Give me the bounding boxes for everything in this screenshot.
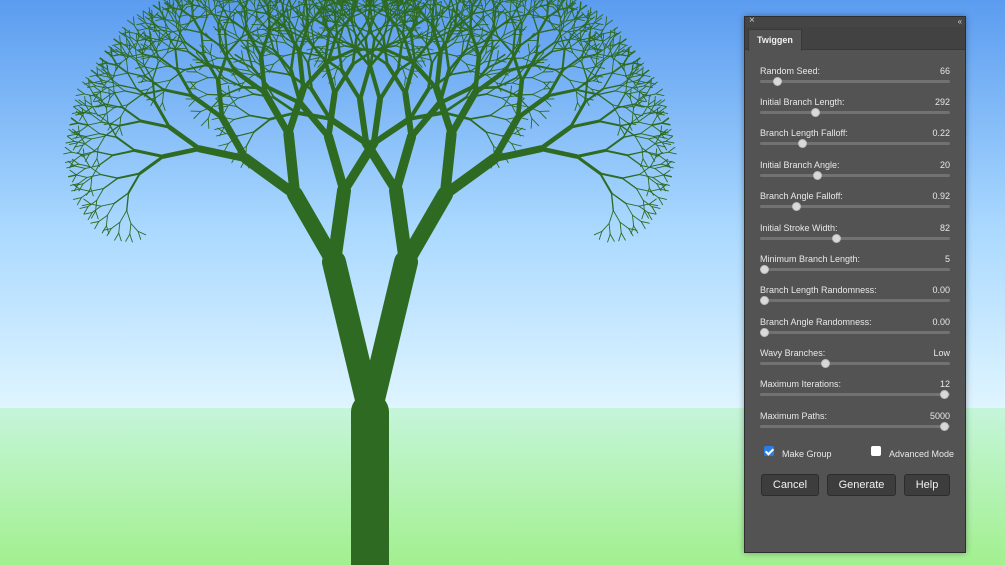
- slider-value: 0.92: [932, 191, 950, 201]
- tree-branch: [207, 77, 225, 79]
- slider-value: 20: [939, 160, 950, 170]
- tab-twiggen[interactable]: Twiggen: [748, 29, 802, 51]
- make-group-label: Make Group: [782, 449, 832, 459]
- branch-angle-randomness-slider[interactable]: [759, 328, 950, 337]
- tree-branch: [515, 93, 533, 96]
- tree-branch: [272, 29, 290, 32]
- minimum-branch-length-slider[interactable]: [759, 265, 950, 274]
- initial-stroke-width-slider[interactable]: [760, 234, 950, 243]
- tree-branch: [327, 183, 351, 269]
- slider-value: 5: [944, 254, 950, 264]
- slider-label: Branch Angle Falloff:: [760, 191, 843, 201]
- close-icon[interactable]: ×: [749, 15, 755, 27]
- tree-branch: [450, 29, 468, 32]
- advanced-mode-label: Advanced Mode: [889, 449, 955, 459]
- slider-label: Branch Angle Randomness:: [760, 317, 872, 327]
- tree-branch: [283, 128, 301, 200]
- slider-row-initial-branch-angle: Initial Branch Angle: 20: [760, 160, 950, 186]
- random-seed-slider[interactable]: [760, 77, 950, 86]
- tree-branch: [515, 77, 533, 79]
- slider-row-random-seed: Random Seed: 66: [760, 66, 950, 92]
- initial-branch-length-slider[interactable]: [760, 108, 950, 117]
- slider-value: 5000: [929, 411, 950, 421]
- slider-row-minimum-branch-length: Minimum Branch Length: 5: [759, 254, 950, 280]
- slider-value: 0.00: [932, 285, 950, 295]
- slider-row-maximum-paths: Maximum Paths: 5000: [760, 411, 950, 437]
- slider-value: Low: [933, 348, 950, 358]
- branch-length-falloff-slider[interactable]: [760, 139, 950, 148]
- branch-angle-falloff-slider[interactable]: [760, 202, 950, 211]
- branch-length-randomness-slider[interactable]: [759, 296, 950, 305]
- slider-thumb[interactable]: [813, 171, 822, 180]
- slider-thumb[interactable]: [759, 296, 769, 305]
- slider-label: Minimum Branch Length:: [760, 254, 861, 264]
- wavy-branches-slider[interactable]: [760, 359, 950, 368]
- slider-row-branch-length-falloff: Branch Length Falloff: 0.22: [760, 128, 950, 154]
- slider-value: 292: [934, 97, 950, 107]
- slider-row-initial-stroke-width: Initial Stroke Width: 82: [760, 223, 950, 249]
- slider-label: Maximum Paths:: [760, 411, 828, 421]
- slider-row-branch-angle-randomness: Branch Angle Randomness: 0.00: [759, 317, 950, 343]
- slider-label: Random Seed:: [760, 66, 821, 76]
- slider-label: Initial Branch Length:: [760, 97, 845, 107]
- slider-row-branch-length-randomness: Branch Length Randomness: 0.00: [759, 285, 950, 311]
- slider-value: 12: [939, 379, 950, 389]
- slider-thumb[interactable]: [792, 202, 802, 211]
- maximum-paths-slider[interactable]: [760, 422, 950, 431]
- slider-thumb[interactable]: [759, 265, 769, 274]
- generate-button[interactable]: Generate: [827, 474, 896, 496]
- slider-thumb[interactable]: [940, 422, 950, 431]
- slider-thumb[interactable]: [759, 328, 769, 337]
- slider-label: Maximum Iterations:: [760, 379, 842, 389]
- tree-branch: [238, 39, 256, 42]
- slider-thumb[interactable]: [820, 359, 830, 368]
- slider-value: 0.22: [932, 128, 950, 138]
- cancel-button[interactable]: Cancel: [761, 474, 819, 496]
- twiggen-panel: × ‹‹ Twiggen Random Seed: 66 Initial Bra…: [744, 15, 966, 553]
- initial-branch-angle-slider[interactable]: [760, 171, 950, 180]
- slider-thumb[interactable]: [832, 234, 841, 243]
- slider-thumb[interactable]: [797, 139, 807, 148]
- slider-label: Initial Stroke Width:: [760, 223, 838, 233]
- slider-label: Branch Length Falloff:: [760, 128, 848, 138]
- slider-value: 66: [939, 66, 950, 76]
- help-button[interactable]: Help: [904, 474, 950, 496]
- slider-row-branch-angle-falloff: Branch Angle Falloff: 0.92: [760, 191, 950, 217]
- tree-branch: [207, 93, 225, 96]
- slider-label: Initial Branch Angle:: [760, 160, 840, 170]
- slider-thumb[interactable]: [940, 390, 950, 399]
- panel-tab-strip: Twiggen: [745, 27, 965, 51]
- tree-branch: [241, 85, 272, 90]
- slider-row-initial-branch-length: Initial Branch Length: 292: [760, 97, 950, 123]
- slider-thumb[interactable]: [773, 77, 783, 86]
- tree-branch: [389, 183, 413, 269]
- slider-row-maximum-iterations: Maximum Iterations: 12: [760, 379, 950, 405]
- advanced-mode-checkbox[interactable]: [871, 446, 881, 456]
- slider-value: 82: [939, 223, 950, 233]
- slider-thumb[interactable]: [811, 108, 821, 117]
- slider-label: Branch Length Randomness:: [760, 285, 877, 295]
- slider-value: 0.00: [932, 317, 950, 327]
- maximum-iterations-slider[interactable]: [760, 390, 950, 399]
- tree-branch: [404, 36, 423, 38]
- tree-branch: [217, 57, 235, 60]
- slider-row-wavy-branches: Wavy Branches: Low: [760, 348, 950, 374]
- slider-label: Wavy Branches:: [760, 348, 826, 358]
- make-group-checkbox[interactable]: [764, 446, 774, 456]
- tree-branch: [468, 85, 499, 90]
- tree-branch: [505, 57, 523, 60]
